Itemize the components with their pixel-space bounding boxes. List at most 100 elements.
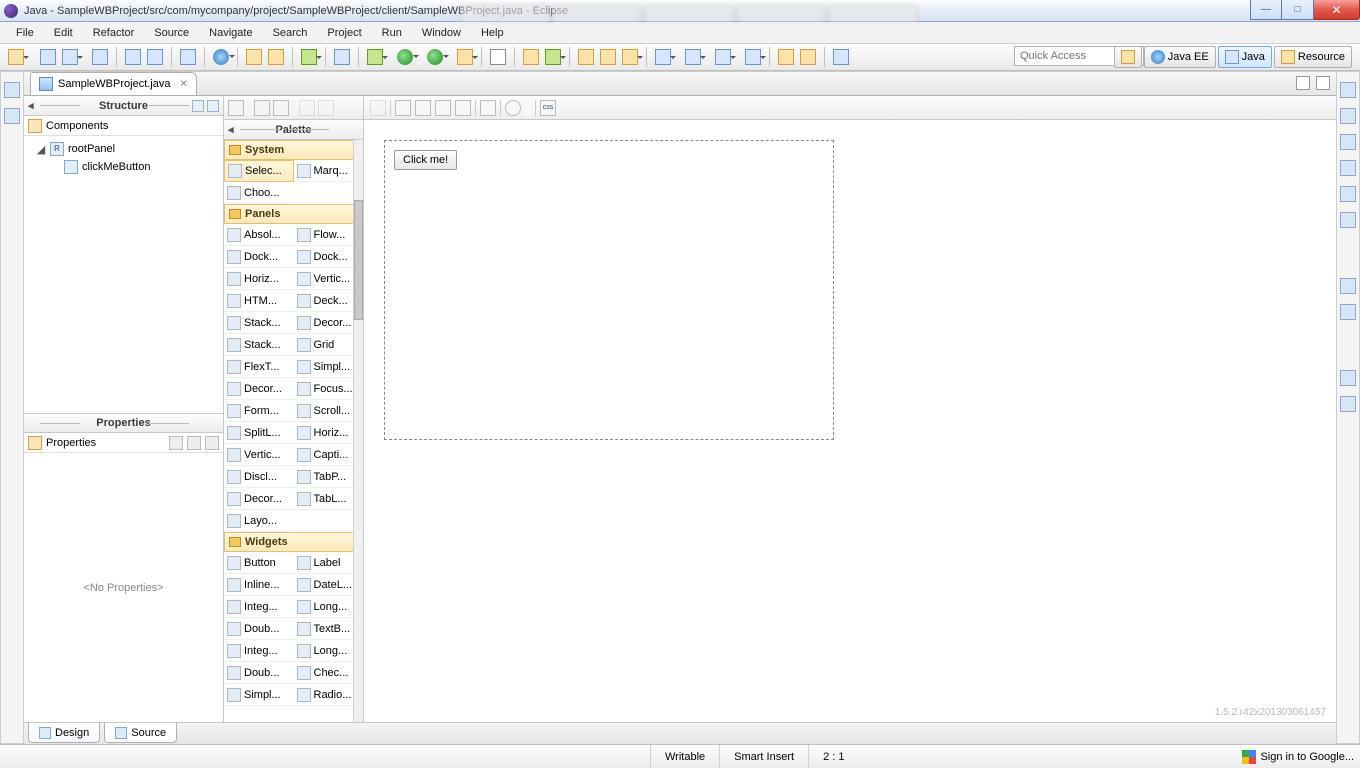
palette-item[interactable]: Doub... xyxy=(224,662,294,684)
palette-item[interactable]: Inline... xyxy=(224,574,294,596)
menu-navigate[interactable]: Navigate xyxy=(199,24,262,42)
build-icon[interactable] xyxy=(125,49,141,65)
palette-item[interactable]: Doub... xyxy=(224,618,294,640)
maximize-editor-icon[interactable] xyxy=(1316,76,1330,90)
menu-window[interactable]: Window xyxy=(412,24,471,42)
open-type-icon[interactable] xyxy=(180,49,196,65)
view-icon[interactable] xyxy=(685,49,701,65)
locale-icon[interactable] xyxy=(505,100,521,116)
tree-twist-icon[interactable]: ◢ xyxy=(36,143,46,156)
palette-tool-icon[interactable] xyxy=(318,100,334,116)
back-icon[interactable] xyxy=(778,49,794,65)
palette-item[interactable]: Integ... xyxy=(224,596,294,618)
collapse-icon[interactable]: ◂ xyxy=(28,99,34,112)
menu-refactor[interactable]: Refactor xyxy=(83,24,145,42)
palette-category[interactable]: System xyxy=(224,140,363,160)
collapse-icon[interactable]: ◂ xyxy=(228,123,234,136)
signin-google-button[interactable]: Sign in to Google... xyxy=(1242,750,1360,764)
palette-item[interactable]: Absol... xyxy=(224,224,294,246)
import-icon[interactable] xyxy=(246,49,262,65)
wizard-icon[interactable] xyxy=(622,49,638,65)
editor-icon[interactable] xyxy=(715,49,731,65)
new-project-icon[interactable] xyxy=(523,49,539,65)
design-canvas[interactable]: Click me! 1.5.2.r42x201303061457 xyxy=(364,120,1336,722)
debug-icon[interactable] xyxy=(367,49,383,65)
perspective-javaee[interactable]: Java EE xyxy=(1144,46,1216,68)
prop-btn-icon[interactable] xyxy=(187,436,201,450)
delete-icon[interactable] xyxy=(455,100,471,116)
open-file-icon[interactable] xyxy=(600,49,616,65)
close-tab-icon[interactable]: ✕ xyxy=(180,79,188,90)
window-close-button[interactable]: ✕ xyxy=(1314,0,1360,20)
palette-category[interactable]: Widgets xyxy=(224,532,363,552)
minimize-editor-icon[interactable] xyxy=(1296,76,1310,90)
palette-item[interactable]: Choo... xyxy=(224,182,294,204)
window-minimize-button[interactable]: — xyxy=(1250,0,1282,20)
perspective-resource[interactable]: Resource xyxy=(1274,46,1352,68)
annotation-icon[interactable] xyxy=(745,49,761,65)
palette-item[interactable]: Button xyxy=(224,552,294,574)
palette-item[interactable]: Stack... xyxy=(224,334,294,356)
menu-project[interactable]: Project xyxy=(317,24,371,42)
open-perspective-button[interactable] xyxy=(1114,46,1142,68)
preview-icon[interactable] xyxy=(480,100,496,116)
palette-tool-icon[interactable] xyxy=(299,100,315,116)
source-tab[interactable]: Source xyxy=(104,723,177,743)
perspective-java[interactable]: Java xyxy=(1218,46,1272,68)
open-resource-icon[interactable] xyxy=(578,49,594,65)
canvas-rootpanel[interactable]: Click me! xyxy=(384,140,834,440)
trim-icon[interactable] xyxy=(1340,134,1356,150)
palette-tool-icon[interactable] xyxy=(254,100,270,116)
window-maximize-button[interactable]: □ xyxy=(1282,0,1314,20)
trim-icon[interactable] xyxy=(4,108,20,124)
palette-item[interactable]: Dock... xyxy=(224,246,294,268)
browser-icon[interactable] xyxy=(213,49,229,65)
canvas-tool-icon[interactable] xyxy=(370,100,386,116)
menu-search[interactable]: Search xyxy=(263,24,318,42)
trim-icon[interactable] xyxy=(1340,304,1356,320)
menu-edit[interactable]: Edit xyxy=(44,24,83,42)
design-tab[interactable]: Design xyxy=(28,723,100,743)
palette-item[interactable]: Stack... xyxy=(224,312,294,334)
palette-item[interactable]: Decor... xyxy=(224,488,294,510)
palette-item[interactable]: Decor... xyxy=(224,378,294,400)
menu-file[interactable]: File xyxy=(6,24,44,42)
prop-btn-icon[interactable] xyxy=(169,436,183,450)
palette-item[interactable]: FlexT... xyxy=(224,356,294,378)
external-tools-icon[interactable] xyxy=(457,49,473,65)
prop-btn-icon[interactable] xyxy=(205,436,219,450)
palette-item[interactable]: Layo... xyxy=(224,510,294,532)
palette-tool-icon[interactable] xyxy=(228,100,244,116)
copy-icon[interactable] xyxy=(415,100,431,116)
palette-item[interactable]: Integ... xyxy=(224,640,294,662)
run-icon[interactable] xyxy=(397,49,413,65)
css-icon[interactable]: css xyxy=(540,100,556,116)
new-plugin-icon[interactable] xyxy=(545,49,561,65)
menu-run[interactable]: Run xyxy=(372,24,412,42)
forward-icon[interactable] xyxy=(800,49,816,65)
palette-item[interactable]: Vertic... xyxy=(224,444,294,466)
palette-item[interactable]: HTM... xyxy=(224,290,294,312)
search-toolbar-icon[interactable] xyxy=(490,49,506,65)
canvas-clickme-button[interactable]: Click me! xyxy=(394,150,457,170)
palette-item[interactable]: Discl... xyxy=(224,466,294,488)
pin-icon[interactable] xyxy=(833,49,849,65)
trim-icon[interactable] xyxy=(1340,278,1356,294)
menu-source[interactable]: Source xyxy=(144,24,199,42)
expand-all-icon[interactable] xyxy=(192,100,204,112)
editor-tab-samplewbproject[interactable]: SampleWBProject.java ✕ xyxy=(30,72,197,95)
trim-icon[interactable] xyxy=(1340,212,1356,228)
menu-help[interactable]: Help xyxy=(471,24,514,42)
cut-icon[interactable] xyxy=(395,100,411,116)
palette-item[interactable]: Form... xyxy=(224,400,294,422)
palette-tool-icon[interactable] xyxy=(273,100,289,116)
tree-row-clickmebutton[interactable]: clickMeButton xyxy=(26,158,221,176)
trim-icon[interactable] xyxy=(1340,160,1356,176)
trim-icon[interactable] xyxy=(1340,82,1356,98)
palette-item[interactable]: Horiz... xyxy=(224,268,294,290)
palette-item[interactable]: SplitL... xyxy=(224,422,294,444)
trim-icon[interactable] xyxy=(1340,108,1356,124)
run-last-icon[interactable] xyxy=(427,49,443,65)
task-icon[interactable] xyxy=(334,49,350,65)
export-icon[interactable] xyxy=(268,49,284,65)
